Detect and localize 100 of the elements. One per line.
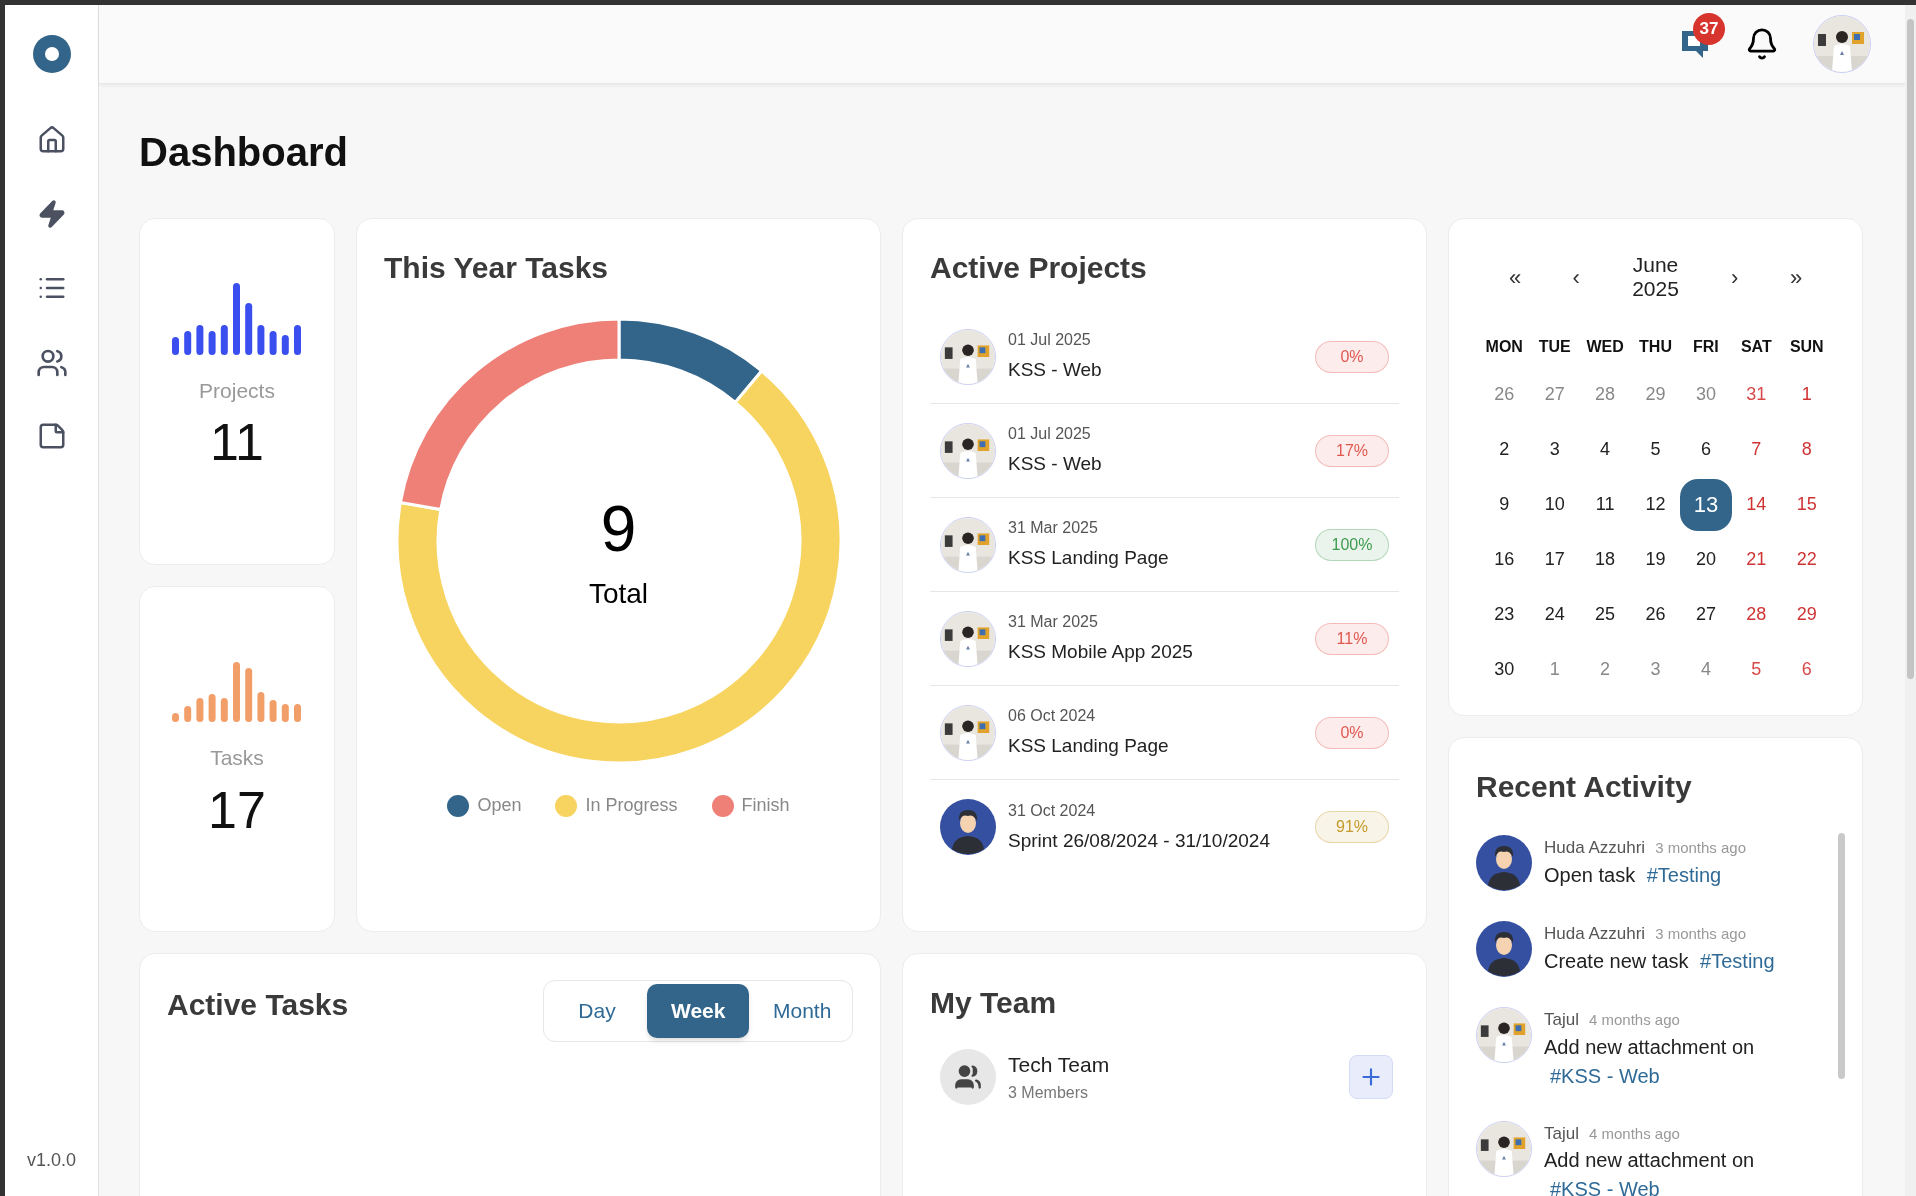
calendar-day[interactable]: 30 (1478, 643, 1531, 696)
progress-badge: 0% (1315, 716, 1389, 749)
calendar-day[interactable]: 3 (1528, 423, 1581, 476)
calendar-day[interactable]: 7 (1730, 423, 1783, 476)
tag-link[interactable]: #KSS - Web (1550, 1064, 1660, 1087)
legend-label: Finish (741, 794, 790, 817)
period-tab[interactable]: Day (547, 984, 647, 1038)
activity-text: Add new attachment on #KSS - Web (1544, 1148, 1756, 1196)
calendar-day[interactable]: 4 (1679, 643, 1732, 696)
calendar-day[interactable]: 24 (1528, 588, 1581, 641)
project-name[interactable]: KSS Landing Page (1008, 732, 1315, 761)
calendar-day[interactable]: 30 (1679, 368, 1732, 421)
progress-badge: 0% (1315, 340, 1389, 373)
calendar-day[interactable]: 29 (1780, 588, 1833, 641)
activity-text: Add new attachment on #KSS - Web (1544, 1034, 1756, 1089)
legend-label: Open (477, 794, 522, 817)
month-year-label: June 2025 (1631, 253, 1680, 301)
tag-link[interactable]: #Testing (1646, 863, 1722, 886)
calendar-day[interactable]: 22 (1780, 533, 1833, 586)
avatar-icon (1476, 921, 1532, 977)
activity-user: Huda Azzuhri (1544, 923, 1646, 945)
home-icon[interactable] (36, 125, 67, 155)
stat-label: Projects (199, 377, 275, 404)
calendar-day[interactable]: 15 (1780, 478, 1833, 531)
calendar-day[interactable]: 6 (1679, 423, 1732, 476)
team-icon[interactable] (35, 347, 68, 379)
prev-month-button[interactable]: ‹ (1564, 260, 1589, 294)
calendar-day[interactable]: 1 (1780, 368, 1833, 421)
activity-time: 4 months ago (1588, 1123, 1680, 1144)
calendar-day[interactable]: 28 (1579, 368, 1632, 421)
avatar-icon (940, 799, 996, 855)
calendar-day[interactable]: 9 (1478, 478, 1531, 531)
calendar-day[interactable]: 11 (1579, 478, 1632, 531)
calendar-day[interactable]: 25 (1579, 588, 1632, 641)
activity-time: 4 months ago (1588, 1010, 1680, 1030)
activity-time: 3 months ago (1655, 924, 1747, 944)
calendar-day[interactable]: 2 (1478, 423, 1531, 476)
calendar-day[interactable]: 21 (1730, 533, 1783, 586)
card-title: Active Tasks (167, 987, 349, 1023)
stat-value: 17 (208, 779, 266, 840)
team-members: 3 Members (1008, 1082, 1090, 1103)
calendar-day[interactable]: 23 (1478, 588, 1531, 641)
weekday-label: TUE (1537, 337, 1572, 357)
period-tab[interactable]: Week (647, 984, 749, 1038)
calendar-day[interactable]: 28 (1730, 588, 1783, 641)
calendar-day[interactable]: 20 (1679, 533, 1732, 586)
weekday-label: SUN (1788, 337, 1825, 357)
calendar-day[interactable]: 8 (1780, 423, 1833, 476)
calendar-day[interactable]: 2 (1579, 643, 1632, 696)
card-title: Recent Activity (1476, 769, 1693, 805)
calendar-day[interactable]: 5 (1730, 643, 1783, 696)
progress-badge: 100% (1315, 528, 1389, 561)
calendar-day[interactable]: 31 (1730, 368, 1783, 421)
calendar-day[interactable]: 6 (1780, 643, 1833, 696)
add-member-button[interactable] (1349, 1055, 1393, 1099)
calendar-day[interactable]: 13 (1679, 478, 1732, 531)
calendar-day[interactable]: 17 (1528, 533, 1581, 586)
project-name[interactable]: KSS Mobile App 2025 (1008, 638, 1315, 667)
version-label: v1.0.0 (26, 1149, 76, 1172)
avatar-icon (1476, 835, 1532, 891)
tag-link[interactable]: #Testing (1700, 949, 1775, 972)
calendar-day[interactable]: 26 (1478, 368, 1531, 421)
project-name[interactable]: KSS - Web (1008, 450, 1315, 479)
period-tab[interactable]: Month (749, 984, 849, 1038)
calendar-day[interactable]: 18 (1579, 533, 1632, 586)
weekday-label: THU (1638, 337, 1673, 357)
prev-year-button[interactable]: « (1503, 260, 1527, 294)
team-name[interactable]: Tech Team (1008, 1049, 1349, 1081)
bell-icon[interactable] (1745, 27, 1779, 61)
activity-user: Tajul (1544, 1122, 1579, 1145)
calendar-day[interactable]: 27 (1528, 368, 1581, 421)
project-name[interactable]: KSS - Web (1008, 356, 1315, 385)
project-name[interactable]: KSS Landing Page (1008, 544, 1315, 573)
calendar-day[interactable]: 10 (1528, 478, 1581, 531)
calendar-day[interactable]: 19 (1629, 533, 1682, 586)
weekday-label: FRI (1692, 337, 1720, 357)
scrollbar-thumb[interactable] (1838, 833, 1845, 1079)
next-month-button[interactable]: › (1722, 260, 1747, 294)
project-name[interactable]: Sprint 26/08/2024 - 31/10/2024 (1008, 826, 1315, 856)
activity-text: Open task #Testing (1544, 862, 1723, 888)
tag-link[interactable]: #KSS - Web (1550, 1178, 1660, 1196)
activity-user: Tajul (1544, 1009, 1579, 1031)
calendar-day[interactable]: 3 (1629, 643, 1682, 696)
weekday-label: SAT (1739, 337, 1773, 357)
calendar-day[interactable]: 12 (1629, 478, 1682, 531)
calendar-day[interactable]: 14 (1730, 478, 1783, 531)
activity-user: Huda Azzuhri (1544, 837, 1646, 859)
next-year-button[interactable]: » (1784, 260, 1808, 294)
calendar-day[interactable]: 27 (1679, 588, 1732, 641)
card-title: Active Projects (930, 250, 1148, 286)
scrollbar-thumb[interactable] (1907, 19, 1914, 679)
calendar-day[interactable]: 26 (1629, 588, 1682, 641)
page-title: Dashboard (139, 129, 349, 176)
progress-badge: 11% (1315, 622, 1389, 655)
calendar-day[interactable]: 4 (1579, 423, 1632, 476)
calendar-day[interactable]: 1 (1528, 643, 1581, 696)
calendar-day[interactable]: 5 (1629, 423, 1682, 476)
calendar-day[interactable]: 29 (1629, 368, 1682, 421)
calendar-day[interactable]: 16 (1478, 533, 1531, 586)
card-title: This Year Tasks (384, 250, 609, 286)
